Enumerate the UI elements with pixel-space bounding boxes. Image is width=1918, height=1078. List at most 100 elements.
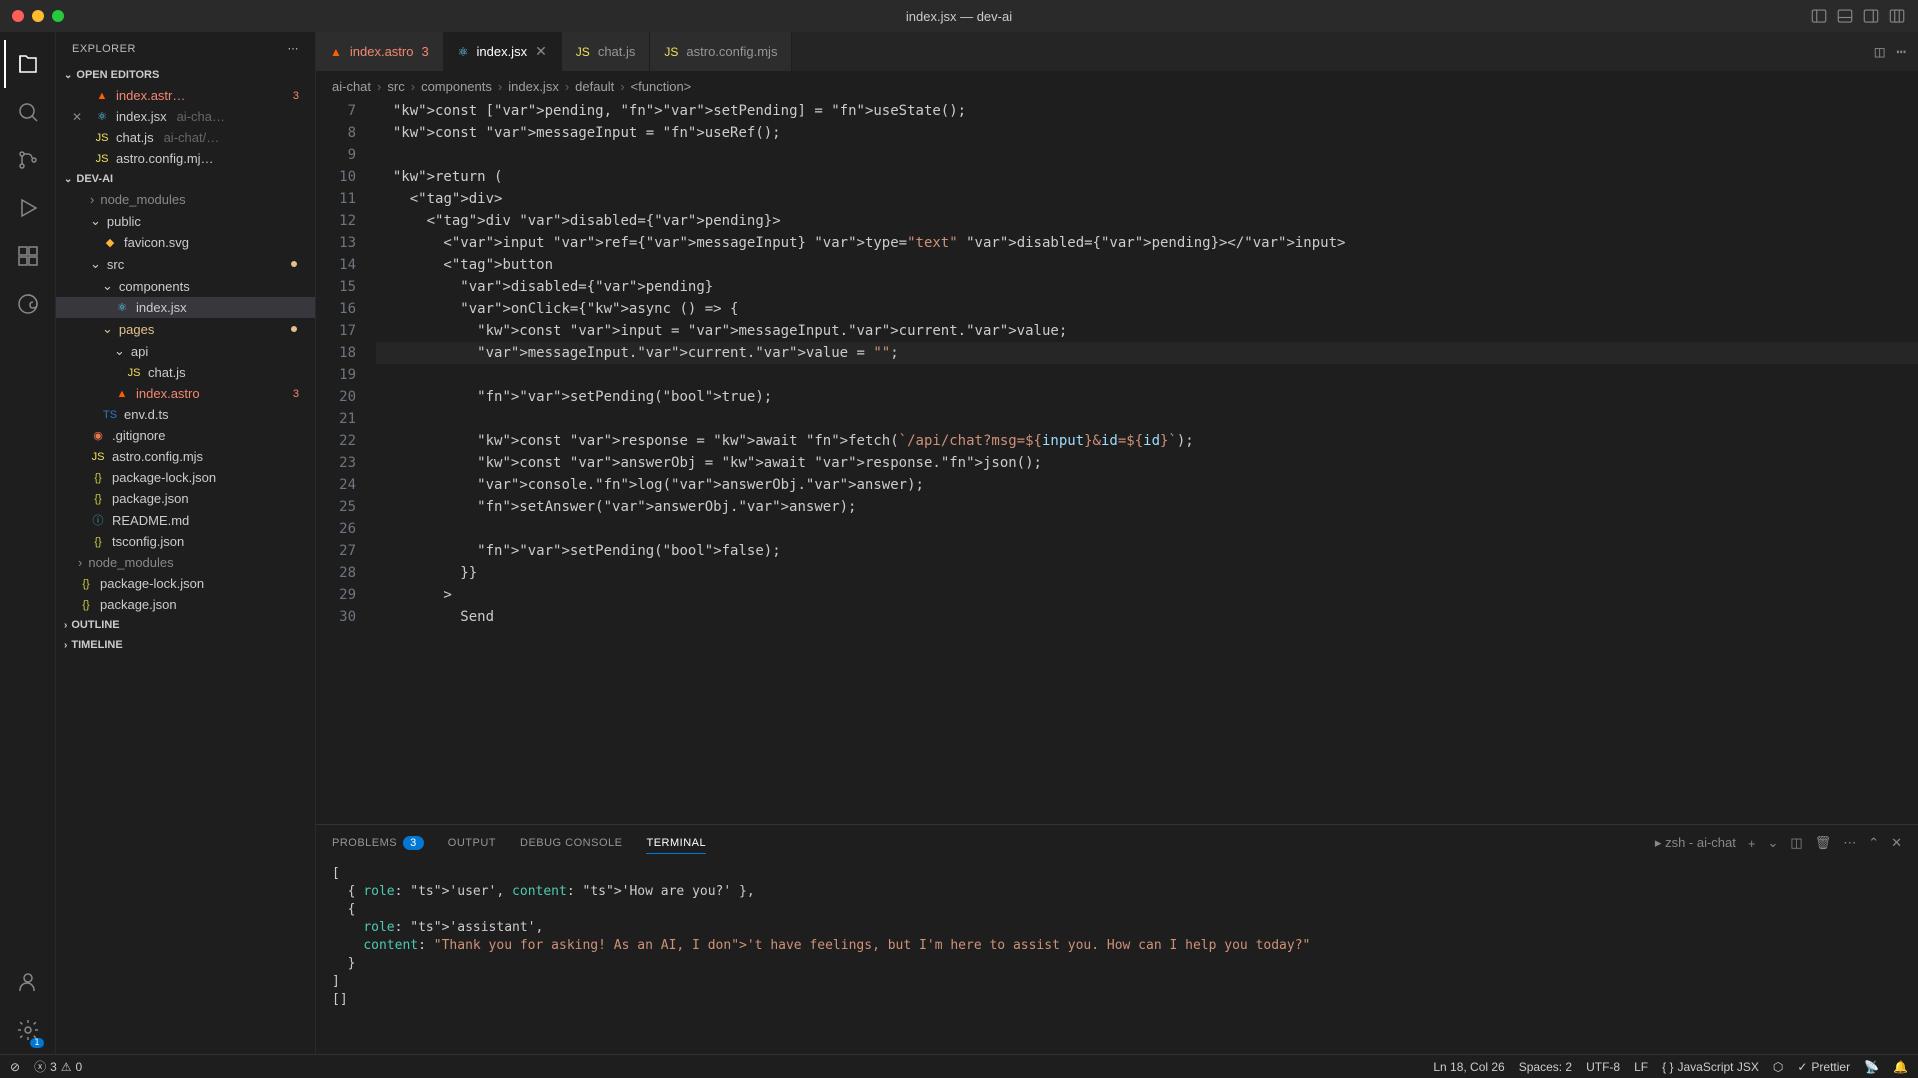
settings-badge: 1 [30, 1038, 43, 1048]
editor-group: ▲index.astro3⚛index.jsx✕JSchat.jsJSastro… [316, 32, 1918, 1054]
encoding-status[interactable]: UTF-8 [1586, 1060, 1620, 1074]
open-editor-item[interactable]: JSastro.config.mj… [56, 148, 315, 169]
file-item[interactable]: ⓘREADME.md [56, 509, 315, 531]
sidebar: EXPLORER ⋯ ⌄OPEN EDITORS ▲index.astr…3✕⚛… [56, 32, 316, 1054]
code-content[interactable]: "kw">const ["var">pending, "fn">"var">se… [376, 100, 1918, 824]
panel-right-icon[interactable] [1862, 7, 1880, 25]
run-debug-icon[interactable] [4, 184, 52, 232]
terminal-dropdown-icon[interactable]: ⌄ [1767, 835, 1778, 851]
close-window-button[interactable] [12, 10, 24, 22]
file-item[interactable]: {}tsconfig.json [56, 531, 315, 552]
cursor-position[interactable]: Ln 18, Col 26 [1433, 1060, 1504, 1074]
prettier-status[interactable]: ✓ Prettier [1797, 1060, 1850, 1074]
file-item[interactable]: ▲index.astro3 [56, 383, 315, 404]
account-icon[interactable] [4, 958, 52, 1006]
editor-tab[interactable]: ⚛index.jsx✕ [444, 32, 562, 71]
outline-section[interactable]: ›OUTLINE [56, 615, 315, 635]
split-editor-icon[interactable]: ◫ [1875, 42, 1885, 61]
terminal-tab[interactable]: TERMINAL [646, 833, 706, 854]
edge-icon[interactable] [4, 280, 52, 328]
problems-tab[interactable]: PROBLEMS3 [332, 833, 424, 853]
split-terminal-icon[interactable]: ◫ [1790, 835, 1802, 851]
terminal-profile[interactable]: ▸ zsh - ai-chat [1655, 835, 1736, 851]
eslint-status[interactable]: ⬡ [1773, 1060, 1783, 1074]
breadcrumb-item[interactable]: default [575, 79, 614, 94]
open-editors-section[interactable]: ⌄OPEN EDITORS [56, 65, 315, 85]
file-item[interactable]: ◆favicon.svg [56, 232, 315, 253]
folder-item[interactable]: › node_modules [56, 552, 315, 573]
feedback-icon[interactable]: 📡 [1864, 1060, 1879, 1074]
file-item[interactable]: JSastro.config.mjs [56, 446, 315, 467]
breadcrumb-item[interactable]: <function> [631, 79, 692, 94]
open-editor-item[interactable]: JSchat.jsai-chat/… [56, 127, 315, 148]
folder-item[interactable]: › node_modules [56, 189, 315, 210]
open-editor-item[interactable]: ▲index.astr…3 [56, 85, 315, 106]
editor-tab[interactable]: JSchat.js [562, 32, 651, 71]
panel-left-icon[interactable] [1810, 7, 1828, 25]
minimize-window-button[interactable] [32, 10, 44, 22]
breadcrumb-item[interactable]: src [387, 79, 404, 94]
sidebar-title: EXPLORER [72, 43, 136, 55]
panel-bottom-icon[interactable] [1836, 7, 1854, 25]
search-icon[interactable] [4, 88, 52, 136]
breadcrumb[interactable]: ai-chat›src›components›index.jsx›default… [316, 72, 1918, 100]
file-item[interactable]: {}package-lock.json [56, 467, 315, 488]
terminal-content[interactable]: [ { role: "ts">'user', content: "ts">'Ho… [316, 861, 1918, 1054]
bottom-panel: PROBLEMS3 OUTPUT DEBUG CONSOLE TERMINAL … [316, 824, 1918, 1054]
tab-actions: ◫ ⋯ [1863, 32, 1918, 71]
terminal-more-icon[interactable]: ⋯ [1843, 835, 1856, 851]
window-title: index.jsx — dev-ai [906, 9, 1012, 24]
settings-gear-icon[interactable]: 1 [4, 1006, 52, 1054]
code-editor[interactable]: 7891011121314151617181920212223242526272… [316, 100, 1918, 824]
folder-item[interactable]: ⌄ pages [56, 318, 315, 340]
editor-tab[interactable]: ▲index.astro3 [316, 32, 444, 71]
titlebar: index.jsx — dev-ai [0, 0, 1918, 32]
breadcrumb-item[interactable]: components [421, 79, 492, 94]
folder-item[interactable]: ⌄ src [56, 253, 315, 275]
indentation-status[interactable]: Spaces: 2 [1519, 1060, 1572, 1074]
line-gutter: 7891011121314151617181920212223242526272… [316, 100, 376, 824]
explorer-icon[interactable] [4, 40, 52, 88]
breadcrumb-item[interactable]: index.jsx [508, 79, 559, 94]
source-control-icon[interactable] [4, 136, 52, 184]
file-item[interactable]: TSenv.d.ts [56, 404, 315, 425]
file-item[interactable]: JSchat.js [56, 362, 315, 383]
maximize-panel-icon[interactable]: ⌃ [1868, 835, 1879, 851]
status-bar: ⊘ ⓧ 3 ⚠ 0 Ln 18, Col 26 Spaces: 2 UTF-8 … [0, 1054, 1918, 1078]
maximize-window-button[interactable] [52, 10, 64, 22]
notifications-icon[interactable]: 🔔 [1893, 1060, 1908, 1074]
language-mode[interactable]: { } JavaScript JSX [1662, 1060, 1759, 1074]
file-item[interactable]: {}package-lock.json [56, 573, 315, 594]
folder-item[interactable]: ⌄ public [56, 210, 315, 232]
breadcrumb-item[interactable]: ai-chat [332, 79, 371, 94]
more-actions-icon[interactable]: ⋯ [1896, 42, 1906, 61]
remote-indicator[interactable]: ⊘ [10, 1060, 20, 1074]
file-item[interactable]: {}package.json [56, 488, 315, 509]
errors-status[interactable]: ⓧ 3 ⚠ 0 [34, 1058, 82, 1075]
activity-bar: 1 [0, 32, 56, 1054]
file-item[interactable]: {}package.json [56, 594, 315, 615]
vscode-window: index.jsx — dev-ai 1 EXPLORER ⋯ ⌄OPEN ED… [0, 0, 1918, 1078]
new-terminal-icon[interactable]: + [1748, 836, 1756, 851]
layout-controls [1810, 7, 1906, 25]
open-editor-item[interactable]: ✕⚛index.jsxai-cha… [56, 106, 315, 127]
editor-tab[interactable]: JSastro.config.mjs [650, 32, 792, 71]
timeline-section[interactable]: ›TIMELINE [56, 635, 315, 655]
eol-status[interactable]: LF [1634, 1060, 1648, 1074]
sidebar-header: EXPLORER ⋯ [56, 32, 315, 65]
file-item[interactable]: ⚛index.jsx [56, 297, 315, 318]
file-item[interactable]: ◉.gitignore [56, 425, 315, 446]
extensions-icon[interactable] [4, 232, 52, 280]
editor-tabs: ▲index.astro3⚛index.jsx✕JSchat.jsJSastro… [316, 32, 1918, 72]
sidebar-more-icon[interactable]: ⋯ [288, 42, 300, 55]
folder-item[interactable]: ⌄ api [56, 340, 315, 362]
debug-console-tab[interactable]: DEBUG CONSOLE [520, 833, 622, 853]
close-panel-icon[interactable]: ✕ [1891, 835, 1902, 851]
layout-icon[interactable] [1888, 7, 1906, 25]
panel-tabs: PROBLEMS3 OUTPUT DEBUG CONSOLE TERMINAL … [316, 825, 1918, 861]
folder-item[interactable]: ⌄ components [56, 275, 315, 297]
project-section[interactable]: ⌄DEV-AI [56, 169, 315, 189]
output-tab[interactable]: OUTPUT [448, 833, 496, 853]
kill-terminal-icon[interactable]: 🗑 [1815, 835, 1832, 851]
window-controls [12, 10, 64, 22]
